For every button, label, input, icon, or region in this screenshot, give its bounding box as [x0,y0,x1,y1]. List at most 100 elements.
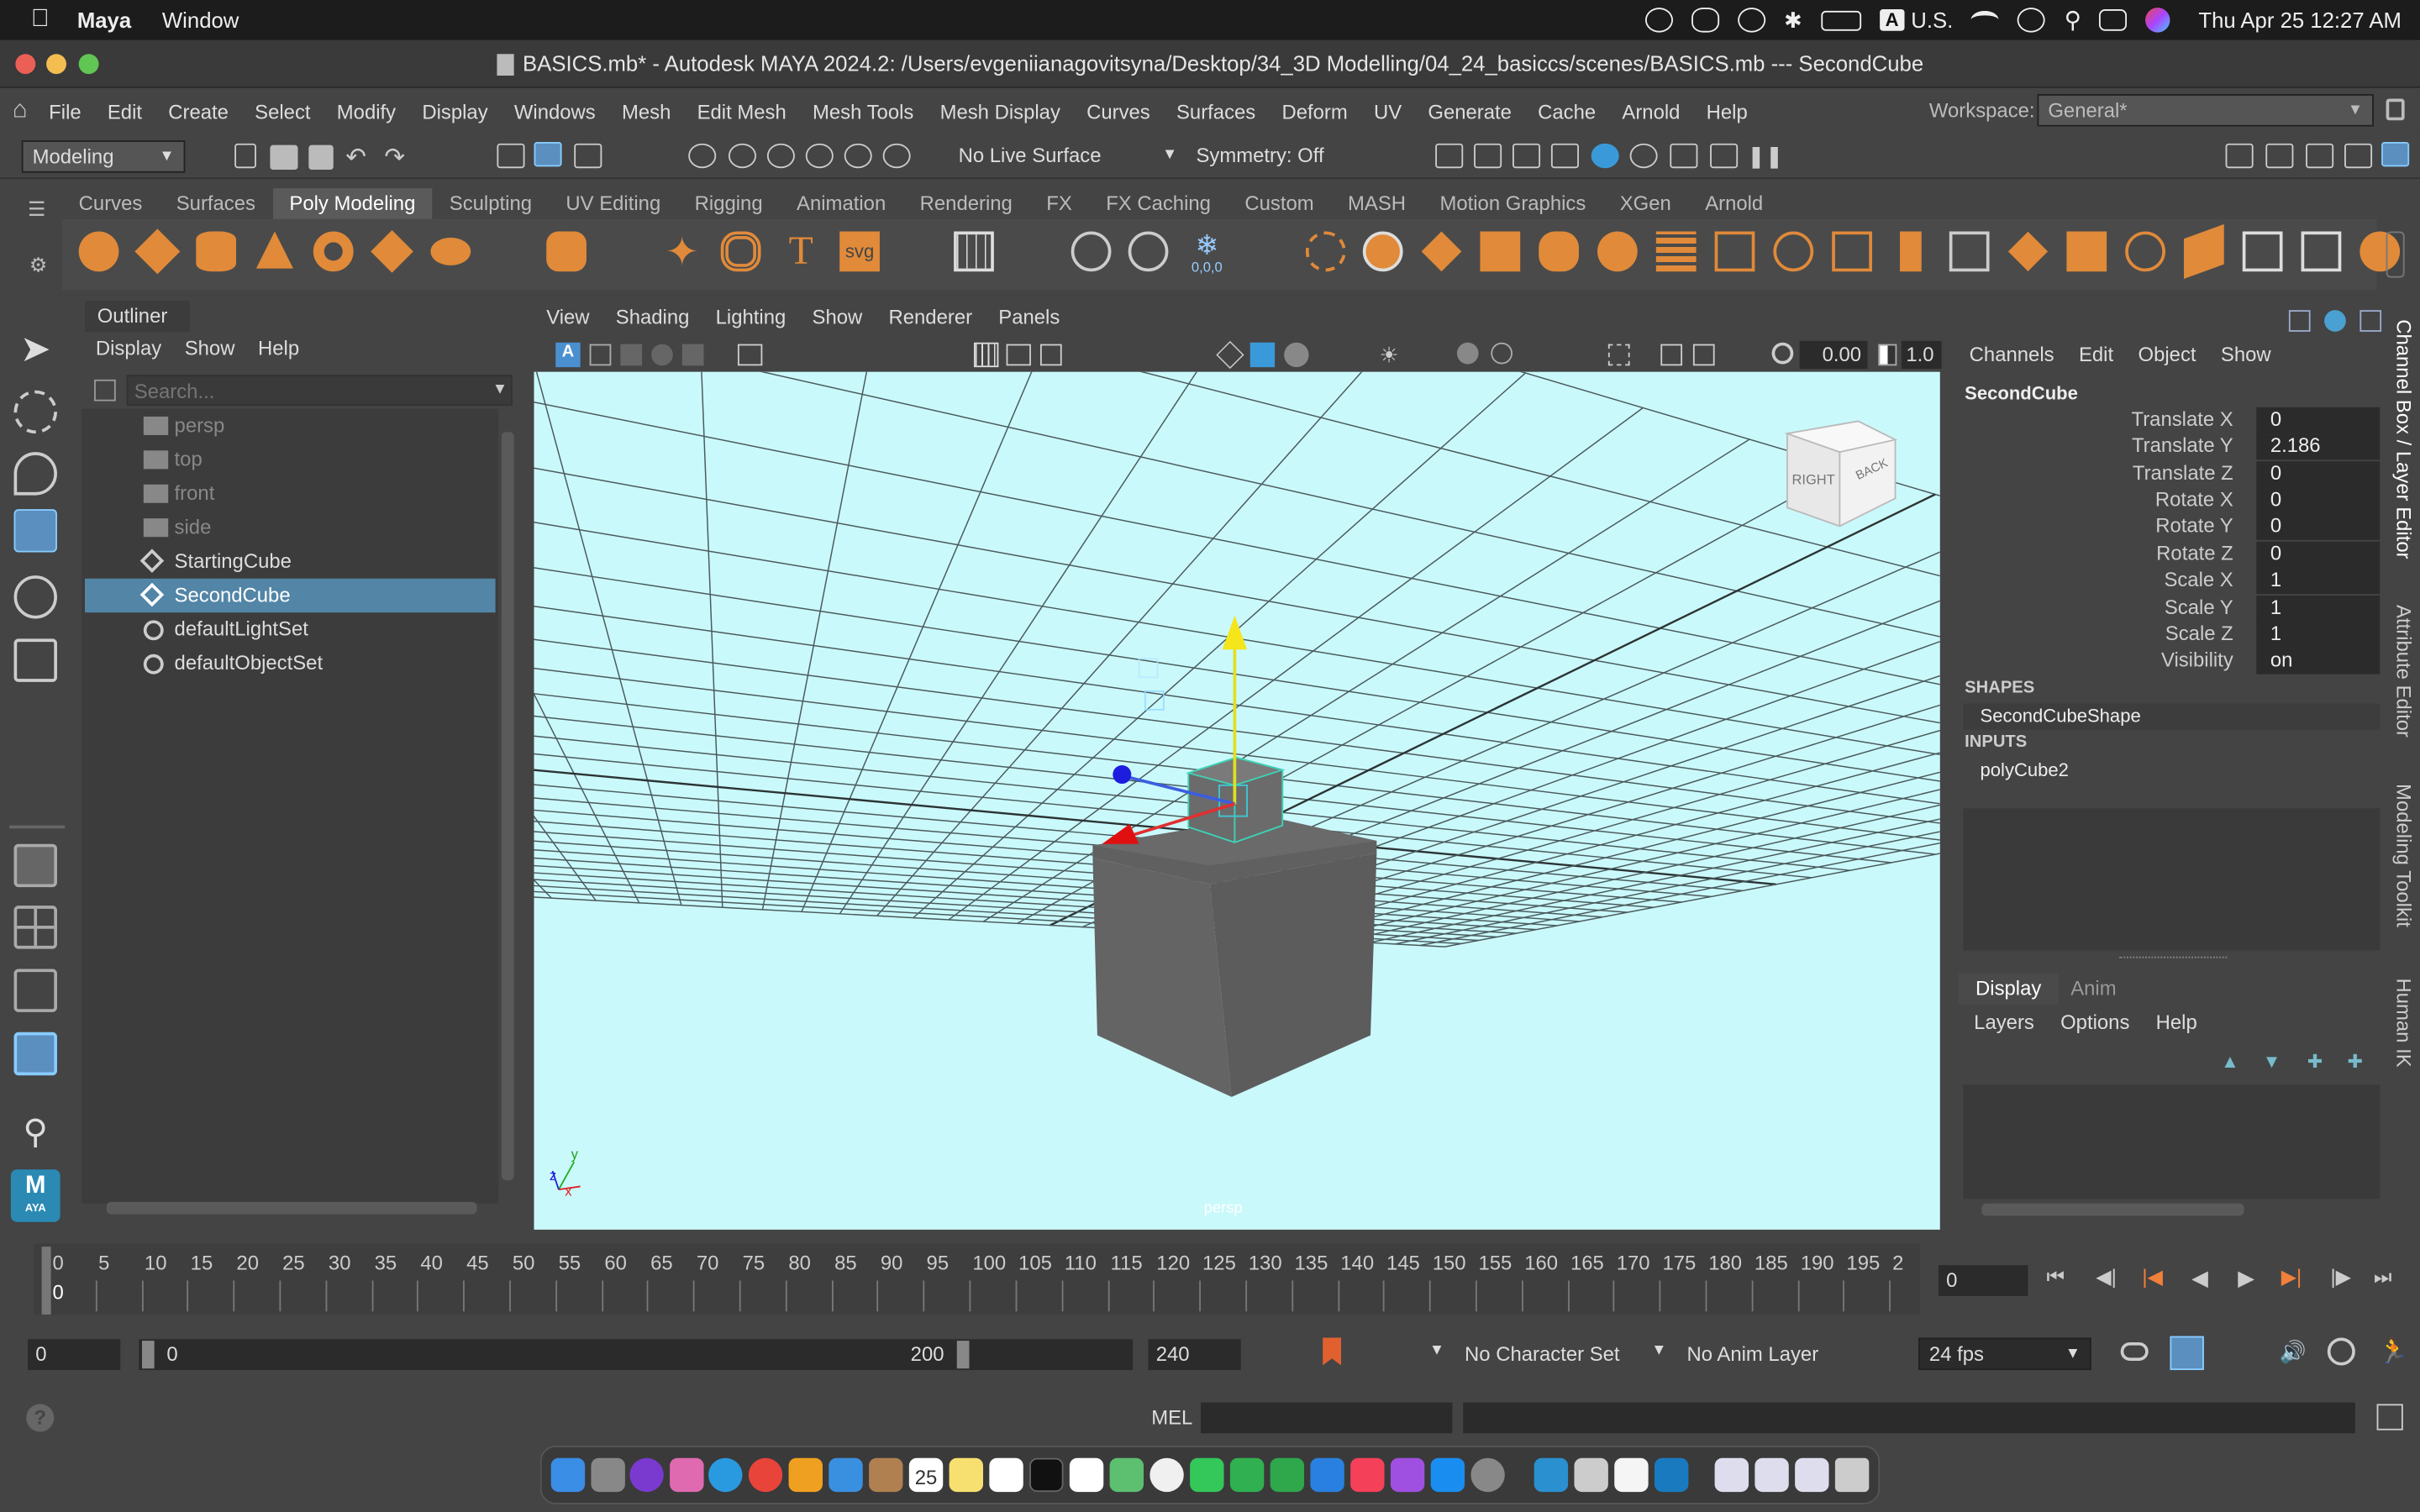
arnold-ipr-icon[interactable] [1670,143,1698,169]
camera-attributes-icon[interactable] [589,344,612,366]
viewport-menu-view[interactable]: View [546,306,589,337]
chevron-down-icon[interactable]: ▼ [492,381,508,398]
bluetooth-icon[interactable]: ✱ [1784,7,1802,33]
poly-cylinder-icon[interactable] [196,231,237,272]
lighting-icon[interactable]: ☀ [1376,343,1401,367]
shelf-options-icon[interactable]: ☰ [28,197,45,222]
preview-icon[interactable] [1574,1457,1608,1493]
separate-icon[interactable] [1362,231,1403,272]
menu-help[interactable]: Help [1707,99,1748,123]
menu-set-dropdown[interactable]: Modeling ▼ [21,140,186,173]
new-layer-selected-icon[interactable]: ✚ [2348,1051,2363,1073]
attribute-editor-icon[interactable] [2306,143,2334,169]
play-backwards-icon[interactable]: ◀ [2191,1265,2208,1291]
ipr-render-icon[interactable] [1512,143,1541,169]
panel-splitter[interactable] [2118,956,2228,960]
insert-edge-loop-icon[interactable] [2242,231,2283,272]
bevel-icon[interactable] [1832,231,1872,272]
wifi-icon[interactable] [1971,10,2000,29]
podcasts-icon[interactable] [1390,1457,1425,1493]
boolean-icon[interactable] [1539,231,1579,272]
menu-mesh-tools[interactable]: Mesh Tools [813,99,913,123]
launchpad-icon[interactable] [591,1457,625,1493]
side-tab-modeling-toolkit[interactable]: Modeling Toolkit [2392,784,2416,927]
layer-menu-layers[interactable]: Layers [1974,1011,2034,1034]
menu-uv[interactable]: UV [1374,99,1402,123]
shelf-tab-curves[interactable]: Curves [61,188,159,219]
four-view-layout-icon[interactable] [13,906,57,949]
music-icon[interactable] [1350,1457,1385,1493]
apple-tv-icon[interactable] [1029,1457,1064,1493]
save-scene-icon[interactable] [308,144,334,171]
current-time-marker[interactable] [41,1247,51,1315]
resolution-gate-icon[interactable] [1039,344,1062,366]
freeform-icon[interactable] [989,1457,1023,1493]
playback-range-bar[interactable]: 0 200 [139,1339,1134,1371]
y-axis-handle-icon[interactable] [1222,615,1248,650]
play-forwards-icon[interactable]: ▶ [2238,1265,2254,1291]
sound-icon[interactable]: 🔊 [2280,1339,2307,1365]
range-handle-start[interactable] [141,1341,155,1369]
shelf-tab-rigging[interactable]: Rigging [677,188,779,219]
render-view-icon[interactable] [1435,143,1464,169]
reminders-icon[interactable] [1069,1457,1104,1493]
append-polygon-icon[interactable] [2007,231,2049,272]
minimize-window-button[interactable] [46,54,66,75]
shelf-tab-custom[interactable]: Custom [1228,188,1331,219]
exposure-field[interactable]: 0.00 [1799,340,1868,369]
snap-view-plane-icon[interactable] [805,143,834,169]
viewport-menu-panels[interactable]: Panels [998,306,1060,337]
outliner-item-top[interactable]: top [85,443,496,476]
snap-surface-icon[interactable] [844,143,872,169]
shelf-scroll-icon[interactable] [2386,231,2405,278]
outliner-menu-help[interactable]: Help [258,335,299,369]
shelf-tab-uv-editing[interactable]: UV Editing [549,188,677,219]
zoom-window-button[interactable] [78,54,99,75]
script-editor-icon[interactable] [2376,1404,2403,1431]
pause-icon[interactable]: ❚❚ [1747,144,1783,168]
anim-layer-label[interactable]: No Anim Layer [1687,1342,1819,1366]
menu-mesh[interactable]: Mesh [622,99,671,123]
type-tool-icon[interactable]: T [781,231,821,272]
shelf-tab-fx[interactable]: FX [1029,188,1089,219]
step-forward-key-icon[interactable]: ▶| [2281,1265,2302,1289]
outliner-horizontal-scrollbar[interactable] [106,1201,477,1215]
go-to-start-icon[interactable]: ⏮ [2047,1265,2065,1289]
cache-playback-icon[interactable] [2170,1336,2204,1371]
human-ik-icon[interactable] [2265,143,2294,169]
current-frame-field[interactable]: 0 [1938,1265,2028,1296]
viewport-menu-shading[interactable]: Shading [616,306,690,337]
channel-rotate-z[interactable]: Rotate Z 0 [1949,541,2385,568]
render-frame-icon[interactable] [1474,143,1502,169]
channel-translate-x[interactable]: Translate X 0 [1949,407,2385,434]
anim-preferences-icon[interactable] [2327,1337,2355,1366]
undo-icon[interactable]: ↶ [345,142,373,171]
platonic-solid-icon[interactable] [546,231,587,272]
spotlight-search-icon[interactable]: ⚲ [2065,6,2081,34]
extrude-icon[interactable] [1900,231,1922,272]
menu-arnold[interactable]: Arnold [1622,99,1680,123]
move-layer-up-icon[interactable]: ▲ [2221,1051,2239,1073]
xray-icon[interactable] [1660,344,1683,366]
grammarly-icon[interactable] [1644,8,1673,33]
maya-dock-icon[interactable] [1534,1457,1569,1493]
fill-hole-icon[interactable] [1773,231,1814,272]
outliner-vertical-scrollbar[interactable] [501,432,514,1181]
safari-icon[interactable] [708,1457,743,1493]
bridge-icon[interactable] [1949,231,1990,272]
snap-point-icon[interactable] [766,143,795,169]
animation-start-field[interactable]: 0 [28,1339,121,1371]
chevron-down-icon[interactable]: ▼ [1429,1342,1444,1359]
outliner-menu-display[interactable]: Display [96,335,161,369]
downloads-stack-icon[interactable] [1714,1457,1749,1493]
poly-disc-icon[interactable] [430,237,471,265]
layer-tab-anim[interactable]: Anim [2059,974,2129,1005]
search-icon[interactable]: ⚲ [14,1110,57,1153]
channel-box-icon-1[interactable] [2288,310,2311,332]
ambient-occlusion-icon[interactable] [1491,342,1513,365]
channel-translate-y[interactable]: Translate Y 2.186 [1949,433,2385,460]
keynote-icon[interactable] [1310,1457,1344,1493]
channel-menu-object[interactable]: Object [2139,343,2196,366]
shadows-icon[interactable] [1456,342,1479,365]
outliner-item-startingcube[interactable]: StartingCube [85,544,496,578]
